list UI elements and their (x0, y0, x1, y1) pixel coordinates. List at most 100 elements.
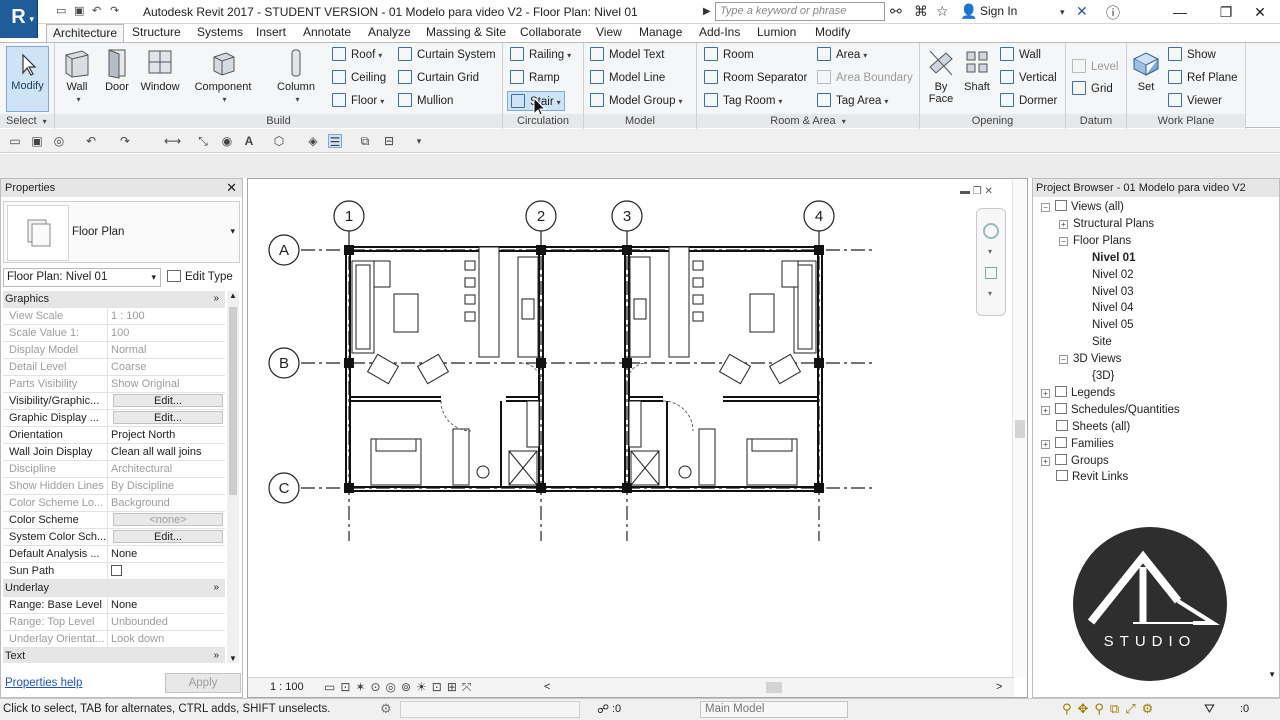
tag-icon[interactable]: ◉ (220, 134, 234, 148)
properties-scrollbar[interactable]: ▲ ▼ (227, 291, 239, 663)
editable-only-icon[interactable]: ☍ (597, 702, 609, 716)
scroll-down-icon[interactable]: ▼ (229, 654, 237, 663)
scroll-left-icon[interactable]: < (544, 681, 550, 693)
mullion-button[interactable]: Mullion (398, 91, 453, 111)
collapse-group-icon[interactable]: » (213, 291, 219, 307)
tab-analyze[interactable]: Analyze (362, 24, 417, 42)
search-input[interactable]: Type a keyword or phrase (715, 2, 885, 21)
scroll-up-icon[interactable]: ▲ (229, 291, 237, 300)
expand-icon[interactable]: + (1041, 439, 1050, 449)
subscription-icon[interactable]: ⌘ (914, 3, 928, 20)
minimize-view-icon[interactable]: ▬ (960, 186, 970, 197)
property-value[interactable]: Edit... (109, 410, 225, 426)
wall-opening-button[interactable]: Wall (1000, 45, 1041, 65)
section-icon[interactable]: ◈ (306, 134, 320, 148)
tag-area-button[interactable]: Tag Area ▾ (817, 91, 888, 111)
expand-icon[interactable]: + (1041, 388, 1050, 398)
model-group-button[interactable]: Model Group ▾ (590, 91, 683, 111)
browser-item[interactable]: Nivel 05 (1077, 317, 1134, 334)
edit-button[interactable]: Edit... (113, 394, 223, 407)
panel-title-select[interactable]: Select ▾ (0, 114, 54, 128)
modify-button[interactable]: Modify (6, 46, 49, 112)
curtain-system-button[interactable]: Curtain System (398, 45, 496, 65)
close-view-icon[interactable]: ✕ (985, 186, 993, 197)
model-text-button[interactable]: Model Text (590, 45, 664, 65)
undo-icon[interactable]: ↶ (92, 4, 101, 17)
opening-by-face-button[interactable]: By Face (924, 45, 958, 113)
chevron-down-icon[interactable]: ▾ (1060, 7, 1065, 18)
browser-item[interactable]: Nivel 03 (1077, 284, 1134, 301)
application-menu-button[interactable]: R ▾ (0, 0, 38, 38)
model-line-button[interactable]: Model Line (590, 68, 665, 88)
component-button[interactable]: Component ▾ (190, 45, 256, 113)
ref-plane-button[interactable]: Ref Plane (1168, 68, 1238, 88)
set-work-plane-button[interactable]: Set (1130, 45, 1162, 113)
browser-item[interactable]: {3D} (1077, 368, 1114, 385)
save-icon[interactable]: ▣ (30, 134, 44, 148)
instance-filter-select[interactable]: Floor Plan: Nivel 01 ▾ (3, 268, 161, 287)
sign-in-button[interactable]: Sign In (980, 4, 1017, 18)
chevron-down-icon[interactable]: ▾ (988, 289, 992, 298)
browser-item[interactable]: + Structural Plans (1059, 216, 1154, 233)
tab-annotate[interactable]: Annotate (297, 24, 357, 42)
wall-button[interactable]: Wall ▾ (58, 45, 96, 113)
shaft-button[interactable]: Shaft (960, 45, 994, 113)
tab-massing-site[interactable]: Massing & Site (420, 24, 512, 42)
expand-icon[interactable]: + (1041, 405, 1050, 415)
user-icon[interactable]: 👤 (960, 3, 977, 20)
help-icon[interactable]: ⓘ (1106, 3, 1120, 23)
scrollbar-thumb[interactable] (229, 307, 237, 495)
measure-icon[interactable]: ⟷ (164, 134, 181, 148)
browser-item[interactable]: − Floor Plans (1059, 233, 1131, 250)
viewer-button[interactable]: Viewer (1168, 91, 1222, 111)
design-option-select[interactable]: Main Model (700, 701, 848, 718)
customize-toolbar-icon[interactable]: ▾ (412, 134, 426, 148)
expand-icon[interactable]: + (1041, 456, 1050, 466)
redo-icon[interactable]: ↷ (110, 4, 119, 17)
grid-button[interactable]: Grid (1072, 79, 1113, 99)
property-group-header[interactable]: Underlay » (3, 580, 225, 597)
browser-item[interactable]: Sheets (all) (1041, 419, 1130, 436)
open-icon[interactable]: ▭ (8, 134, 22, 148)
browser-item[interactable]: −3D Views (1059, 351, 1121, 368)
browser-item[interactable]: Site (1077, 334, 1112, 351)
scrollbar-thumb[interactable] (1015, 420, 1025, 438)
tab-modify[interactable]: Modify (809, 24, 856, 42)
property-value[interactable]: <none> (109, 512, 225, 528)
browser-item[interactable]: + Groups (1041, 453, 1109, 470)
scrollbar-thumb[interactable] (766, 682, 782, 693)
favorites-star-icon[interactable]: ☆ (936, 3, 949, 20)
save-icon[interactable]: ▣ (74, 4, 84, 17)
show-work-plane-button[interactable]: Show (1168, 45, 1216, 65)
scroll-right-icon[interactable]: > (996, 681, 1002, 693)
redo-icon[interactable]: ↷ (118, 134, 132, 148)
dormer-button[interactable]: Dormer (1000, 91, 1057, 111)
thin-lines-icon[interactable]: ☰ (328, 134, 342, 149)
property-value[interactable]: Clean all wall joins (109, 444, 225, 460)
column-button[interactable]: Column ▾ (270, 45, 322, 113)
view-scale[interactable]: 1 : 100 (270, 681, 304, 693)
scroll-down-icon[interactable]: ▼ (1268, 670, 1276, 679)
selection-filter-icons[interactable]: ⚲✥⚲⧉⤢⚙ (1062, 701, 1159, 717)
filter-icon[interactable]: ⛛ (1204, 701, 1215, 717)
browser-item[interactable]: Revit Links (1041, 469, 1128, 486)
ceiling-button[interactable]: Ceiling (332, 68, 386, 88)
tab-systems[interactable]: Systems (191, 24, 249, 42)
properties-help-link[interactable]: Properties help (5, 677, 82, 689)
area-button[interactable]: Area ▾ (817, 45, 867, 65)
minimize-button[interactable]: — (1160, 1, 1200, 23)
collapse-icon[interactable]: − (1059, 355, 1068, 365)
property-group-header[interactable]: Graphics » (3, 291, 225, 308)
expand-search-icon[interactable]: ▶ (703, 6, 711, 17)
collapse-icon[interactable]: − (1059, 236, 1068, 246)
sun-path-checkbox[interactable] (111, 565, 122, 576)
floor-button[interactable]: Floor ▾ (332, 91, 384, 111)
property-value[interactable]: None (109, 597, 225, 613)
edit-button[interactable]: Edit... (113, 530, 223, 543)
floor-plan-drawing[interactable]: 1 2 3 4 A B C (248, 179, 1027, 676)
canvas-vertical-scrollbar[interactable] (1012, 180, 1026, 677)
railing-button[interactable]: Railing ▾ (510, 45, 571, 65)
steering-wheel-icon[interactable] (983, 223, 999, 239)
edit-button[interactable]: Edit... (113, 411, 223, 424)
close-hidden-windows-icon[interactable]: ⧉ (358, 134, 372, 148)
